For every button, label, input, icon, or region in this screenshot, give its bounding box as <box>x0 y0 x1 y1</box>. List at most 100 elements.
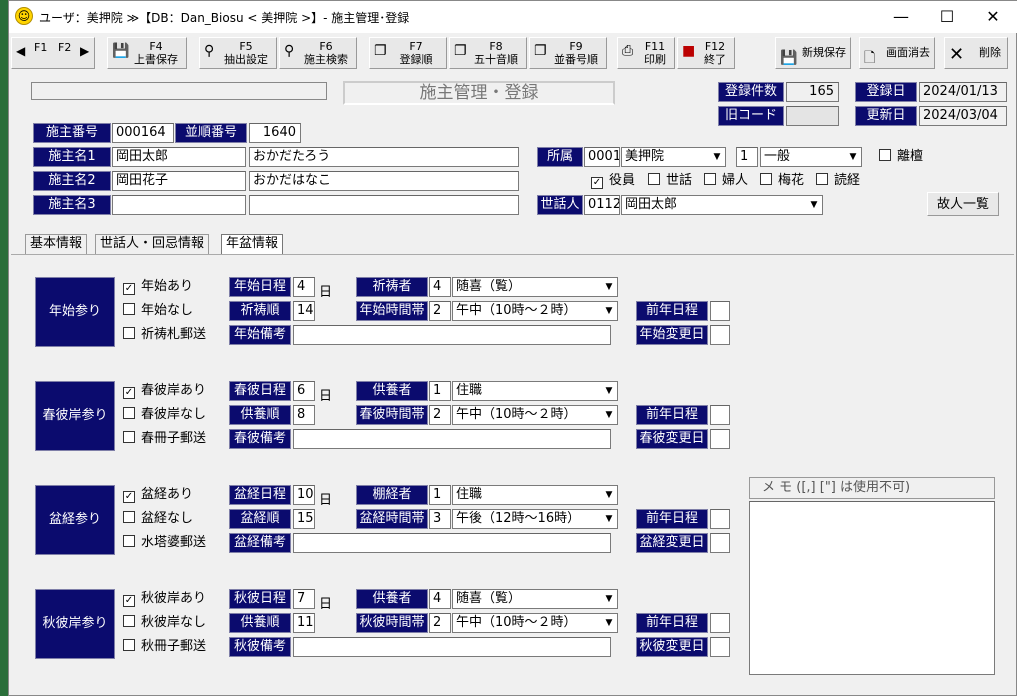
note-field[interactable] <box>293 429 611 449</box>
person-code-field[interactable]: 1 <box>429 381 451 401</box>
date-field[interactable]: 6 <box>293 381 315 401</box>
date-field[interactable]: 10 <box>293 485 315 505</box>
prev-date-field[interactable] <box>710 405 730 425</box>
role-checkbox-caretaker[interactable]: 世話 <box>648 173 692 189</box>
role-checkbox-sutra[interactable]: 読経 <box>816 173 860 189</box>
role-checkbox-officer[interactable]: ✓ 役員 <box>591 173 635 189</box>
f2-key[interactable]: F2 <box>58 41 71 54</box>
affiliation-code-field[interactable]: 0001 <box>584 147 620 167</box>
prev-date-field[interactable] <box>710 301 730 321</box>
checkbox-option-3[interactable]: 春冊子郵送 <box>123 431 206 447</box>
tab-basic-info[interactable]: 基本情報 <box>25 234 88 254</box>
maximize-button[interactable]: ☐ <box>924 1 970 33</box>
order-field[interactable]: 11 <box>293 613 315 633</box>
next-record-button[interactable]: ▶ <box>80 45 89 58</box>
exit-button[interactable]: ■ F12 終了 <box>677 37 735 69</box>
owner-name1-field[interactable]: 岡田太郎 <box>112 147 246 167</box>
caretaker-code-field[interactable]: 0112 <box>584 195 620 215</box>
time-code-field[interactable]: 2 <box>429 405 451 425</box>
time-code-field[interactable]: 2 <box>429 301 451 321</box>
print-button[interactable]: ⎙ F11 印刷 <box>617 37 675 69</box>
checkbox-option-1[interactable]: ✓ 春彼岸あり <box>123 383 206 399</box>
class-select[interactable]: 一般 ▼ <box>760 147 862 167</box>
delete-button[interactable]: ✕ 削除 <box>944 37 1008 69</box>
prev-date-field[interactable] <box>710 509 730 529</box>
prev-record-button[interactable]: ◀ <box>16 45 25 58</box>
change-date-field[interactable] <box>710 429 730 449</box>
checkbox-option-2[interactable]: 盆経なし <box>123 511 193 527</box>
sort-order-number-button[interactable]: ❐ F9 並番号順 <box>529 37 607 69</box>
owner-name2-field[interactable]: 岡田花子 <box>112 171 246 191</box>
class-code-field[interactable]: 1 <box>736 147 758 167</box>
time-select[interactable]: 午後（12時～16時） ▼ <box>452 509 618 529</box>
date-field[interactable]: 7 <box>293 589 315 609</box>
note-field[interactable] <box>293 325 611 345</box>
date-label: 春彼日程 <box>229 381 291 401</box>
extract-settings-button[interactable]: ⚲ F5 抽出設定 <box>199 37 277 69</box>
checkbox-option-1[interactable]: ✓ 盆経あり <box>123 487 193 503</box>
tab-annual-obon[interactable]: 年盆情報 <box>221 234 284 254</box>
owner-search-button[interactable]: ⚲ F6 施主検索 <box>279 37 357 69</box>
checkbox-option-1[interactable]: ✓ 年始あり <box>123 279 193 295</box>
person-select[interactable]: 随喜（覧） ▼ <box>452 277 618 297</box>
clear-screen-button[interactable]: 🗋 画面消去 <box>859 37 935 69</box>
checkbox-option-3[interactable]: 水塔婆郵送 <box>123 535 206 551</box>
change-date-field[interactable] <box>710 637 730 657</box>
sort-registration-button[interactable]: ❐ F7 登録順 <box>369 37 447 69</box>
checkbox-option-1[interactable]: ✓ 秋彼岸あり <box>123 591 206 607</box>
checkbox-option-2[interactable]: 秋彼岸なし <box>123 615 206 631</box>
checkbox-option-2[interactable]: 春彼岸なし <box>123 407 206 423</box>
deceased-list-button[interactable]: 故人一覧 <box>927 192 999 216</box>
minimize-button[interactable]: — <box>878 1 924 33</box>
person-label: 供養者 <box>356 381 428 401</box>
owner-name3-field[interactable] <box>112 195 246 215</box>
person-select[interactable]: 住職 ▼ <box>452 381 618 401</box>
checkbox-option-3[interactable]: 祈祷札郵送 <box>123 327 206 343</box>
tab-caretaker-memorial[interactable]: 世話人・回忌情報 <box>95 234 210 254</box>
date-field[interactable]: 4 <box>293 277 315 297</box>
owner-number-field[interactable]: 000164 <box>112 123 174 143</box>
owner-name2-label: 施主名2 <box>33 171 111 191</box>
overwrite-save-button[interactable]: 💾 F4 上書保存 <box>107 37 187 69</box>
note-field[interactable] <box>293 533 611 553</box>
day-unit: 日 <box>319 389 333 404</box>
separated-checkbox[interactable]: 離檀 <box>879 149 923 165</box>
order-field[interactable]: 8 <box>293 405 315 425</box>
order-field[interactable]: 15 <box>293 509 315 529</box>
affiliation-select[interactable]: 美押院 ▼ <box>621 147 726 167</box>
owner-name3-kana-field[interactable] <box>249 195 519 215</box>
memo-header: メ モ ([,] ["] は使用不可) <box>749 477 995 499</box>
person-code-field[interactable]: 4 <box>429 589 451 609</box>
checkbox-option-2[interactable]: 年始なし <box>123 303 193 319</box>
order-label: 祈祷順 <box>229 301 291 321</box>
person-code-field[interactable]: 1 <box>429 485 451 505</box>
chevron-down-icon: ▼ <box>810 200 818 210</box>
memo-textarea[interactable] <box>749 501 995 675</box>
new-save-button[interactable]: 💾 新規保存 <box>775 37 851 69</box>
checkbox-option-3[interactable]: 秋冊子郵送 <box>123 639 206 655</box>
order-field[interactable]: 14 <box>293 301 315 321</box>
owner-name2-kana-field[interactable]: おかだはなこ <box>249 171 519 191</box>
sort-kana-button[interactable]: ❐ F8 五十音順 <box>449 37 527 69</box>
time-select[interactable]: 午中（10時～２時） ▼ <box>452 613 618 633</box>
screen-title: 施主管理・登録 <box>343 81 615 105</box>
role-checkbox-baika[interactable]: 梅花 <box>760 173 804 189</box>
change-date-field[interactable] <box>710 325 730 345</box>
note-field[interactable] <box>293 637 611 657</box>
caretaker-select[interactable]: 岡田太郎 ▼ <box>621 195 823 215</box>
day-unit: 日 <box>319 285 333 300</box>
order-number-field[interactable]: 1640 <box>249 123 301 143</box>
person-select[interactable]: 住職 ▼ <box>452 485 618 505</box>
person-select[interactable]: 随喜（覧） ▼ <box>452 589 618 609</box>
role-checkbox-women[interactable]: 婦人 <box>704 173 748 189</box>
time-code-field[interactable]: 3 <box>429 509 451 529</box>
f1-key[interactable]: F1 <box>34 41 47 54</box>
close-button[interactable]: ✕ <box>970 1 1016 33</box>
time-select[interactable]: 午中（10時～２時） ▼ <box>452 405 618 425</box>
person-code-field[interactable]: 4 <box>429 277 451 297</box>
time-code-field[interactable]: 2 <box>429 613 451 633</box>
prev-date-field[interactable] <box>710 613 730 633</box>
change-date-field[interactable] <box>710 533 730 553</box>
owner-name1-kana-field[interactable]: おかだたろう <box>249 147 519 167</box>
time-select[interactable]: 午中（10時～２時） ▼ <box>452 301 618 321</box>
